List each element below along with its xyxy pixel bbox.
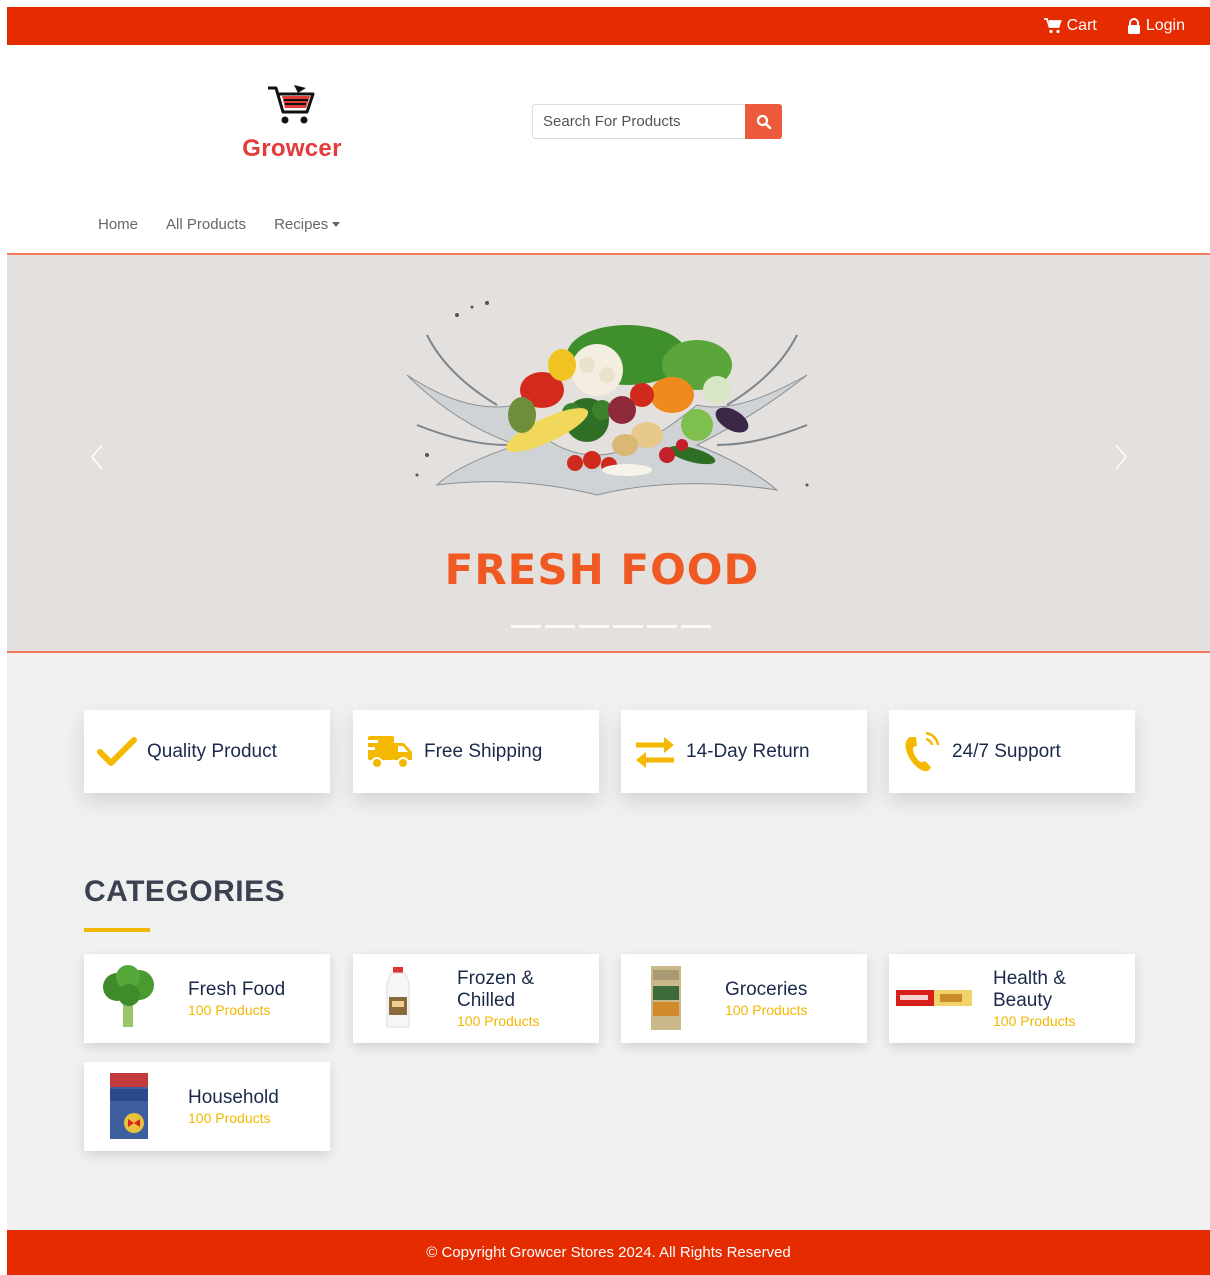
category-card-household[interactable]: Household 100 Products <box>84 1062 330 1151</box>
category-card-health-beauty[interactable]: Health & Beauty 100 Products <box>889 954 1135 1043</box>
category-count: 100 Products <box>188 1001 271 1018</box>
category-name: Health & Beauty <box>993 967 1066 1011</box>
category-name: Frozen & Chilled <box>457 967 535 1011</box>
main-nav: Home All Products Recipes <box>98 216 341 233</box>
site-logo[interactable]: Growcer <box>232 82 352 163</box>
lock-icon <box>1127 18 1140 34</box>
feature-label: Quality Product <box>147 740 277 762</box>
carousel-indicator[interactable] <box>613 625 643 628</box>
carousel-indicator[interactable] <box>545 625 575 628</box>
hero-carousel: FRESH FOOD <box>7 253 1210 653</box>
login-link[interactable]: Login <box>1127 17 1185 35</box>
feature-quality: Quality Product <box>84 710 330 793</box>
feature-label: Free Shipping <box>424 740 543 762</box>
top-bar: Cart Login <box>7 7 1210 45</box>
soap-box-image <box>96 1072 162 1140</box>
category-card-groceries[interactable]: Groceries 100 Products <box>621 954 867 1043</box>
search-bar <box>532 104 782 139</box>
broccoli-image <box>96 964 162 1032</box>
crackers-pack-image <box>633 964 699 1032</box>
feature-label: 24/7 Support <box>952 740 1061 762</box>
category-card-frozen-chilled[interactable]: Frozen & Chilled 100 Products <box>353 954 599 1043</box>
feature-shipping: Free Shipping <box>353 710 599 793</box>
nav-all-products[interactable]: All Products <box>166 216 246 233</box>
feature-return: 14-Day Return <box>621 710 867 793</box>
milk-bottle-image <box>365 964 431 1032</box>
prev-arrow-icon[interactable] <box>89 443 105 471</box>
category-count: 100 Products <box>457 1012 540 1029</box>
category-count: 100 Products <box>725 1001 808 1018</box>
heading-underline <box>84 928 150 932</box>
caret-down-icon <box>332 222 341 227</box>
nav-recipes[interactable]: Recipes <box>274 216 341 233</box>
cart-label: Cart <box>1066 17 1097 34</box>
category-name: Groceries <box>725 978 808 1000</box>
search-button[interactable] <box>745 104 782 139</box>
category-name: Household <box>188 1086 279 1108</box>
category-count: 100 Products <box>993 1012 1076 1029</box>
main-content: Quality Product Free Shipping 14-Day Ret… <box>7 653 1210 1230</box>
truck-icon <box>366 735 412 769</box>
shopping-cart-logo-icon <box>268 85 315 124</box>
carousel-indicator[interactable] <box>647 625 677 628</box>
exchange-icon <box>636 736 674 768</box>
categories-heading: CATEGORIES <box>84 875 286 908</box>
feature-label: 14-Day Return <box>686 740 810 762</box>
search-icon <box>756 114 771 129</box>
nav-recipes-label: Recipes <box>274 216 329 233</box>
carousel-indicators <box>511 625 711 628</box>
login-label: Login <box>1145 17 1185 34</box>
cart-link[interactable]: Cart <box>1043 17 1097 35</box>
carousel-indicator[interactable] <box>579 625 609 628</box>
carousel-indicator[interactable] <box>681 625 711 628</box>
next-arrow-icon[interactable] <box>1113 443 1129 471</box>
nav-home[interactable]: Home <box>98 216 138 233</box>
search-input[interactable] <box>532 104 745 139</box>
category-name: Fresh Food <box>188 978 286 1000</box>
footer: © Copyright Growcer Stores 2024. All Rig… <box>7 1230 1210 1275</box>
feature-support: 24/7 Support <box>889 710 1135 793</box>
phone-icon <box>905 731 940 771</box>
toothpaste-image <box>895 964 973 1032</box>
hero-title: FRESH FOOD <box>444 545 760 594</box>
cart-icon <box>1043 18 1062 34</box>
check-icon <box>97 736 137 766</box>
category-card-fresh-food[interactable]: Fresh Food 100 Products <box>84 954 330 1043</box>
carousel-indicator[interactable] <box>511 625 541 628</box>
brand-name: Growcer <box>242 135 342 162</box>
copyright-text: © Copyright Growcer Stores 2024. All Rig… <box>426 1244 791 1261</box>
category-count: 100 Products <box>188 1109 271 1126</box>
vegetables-image <box>406 301 809 496</box>
